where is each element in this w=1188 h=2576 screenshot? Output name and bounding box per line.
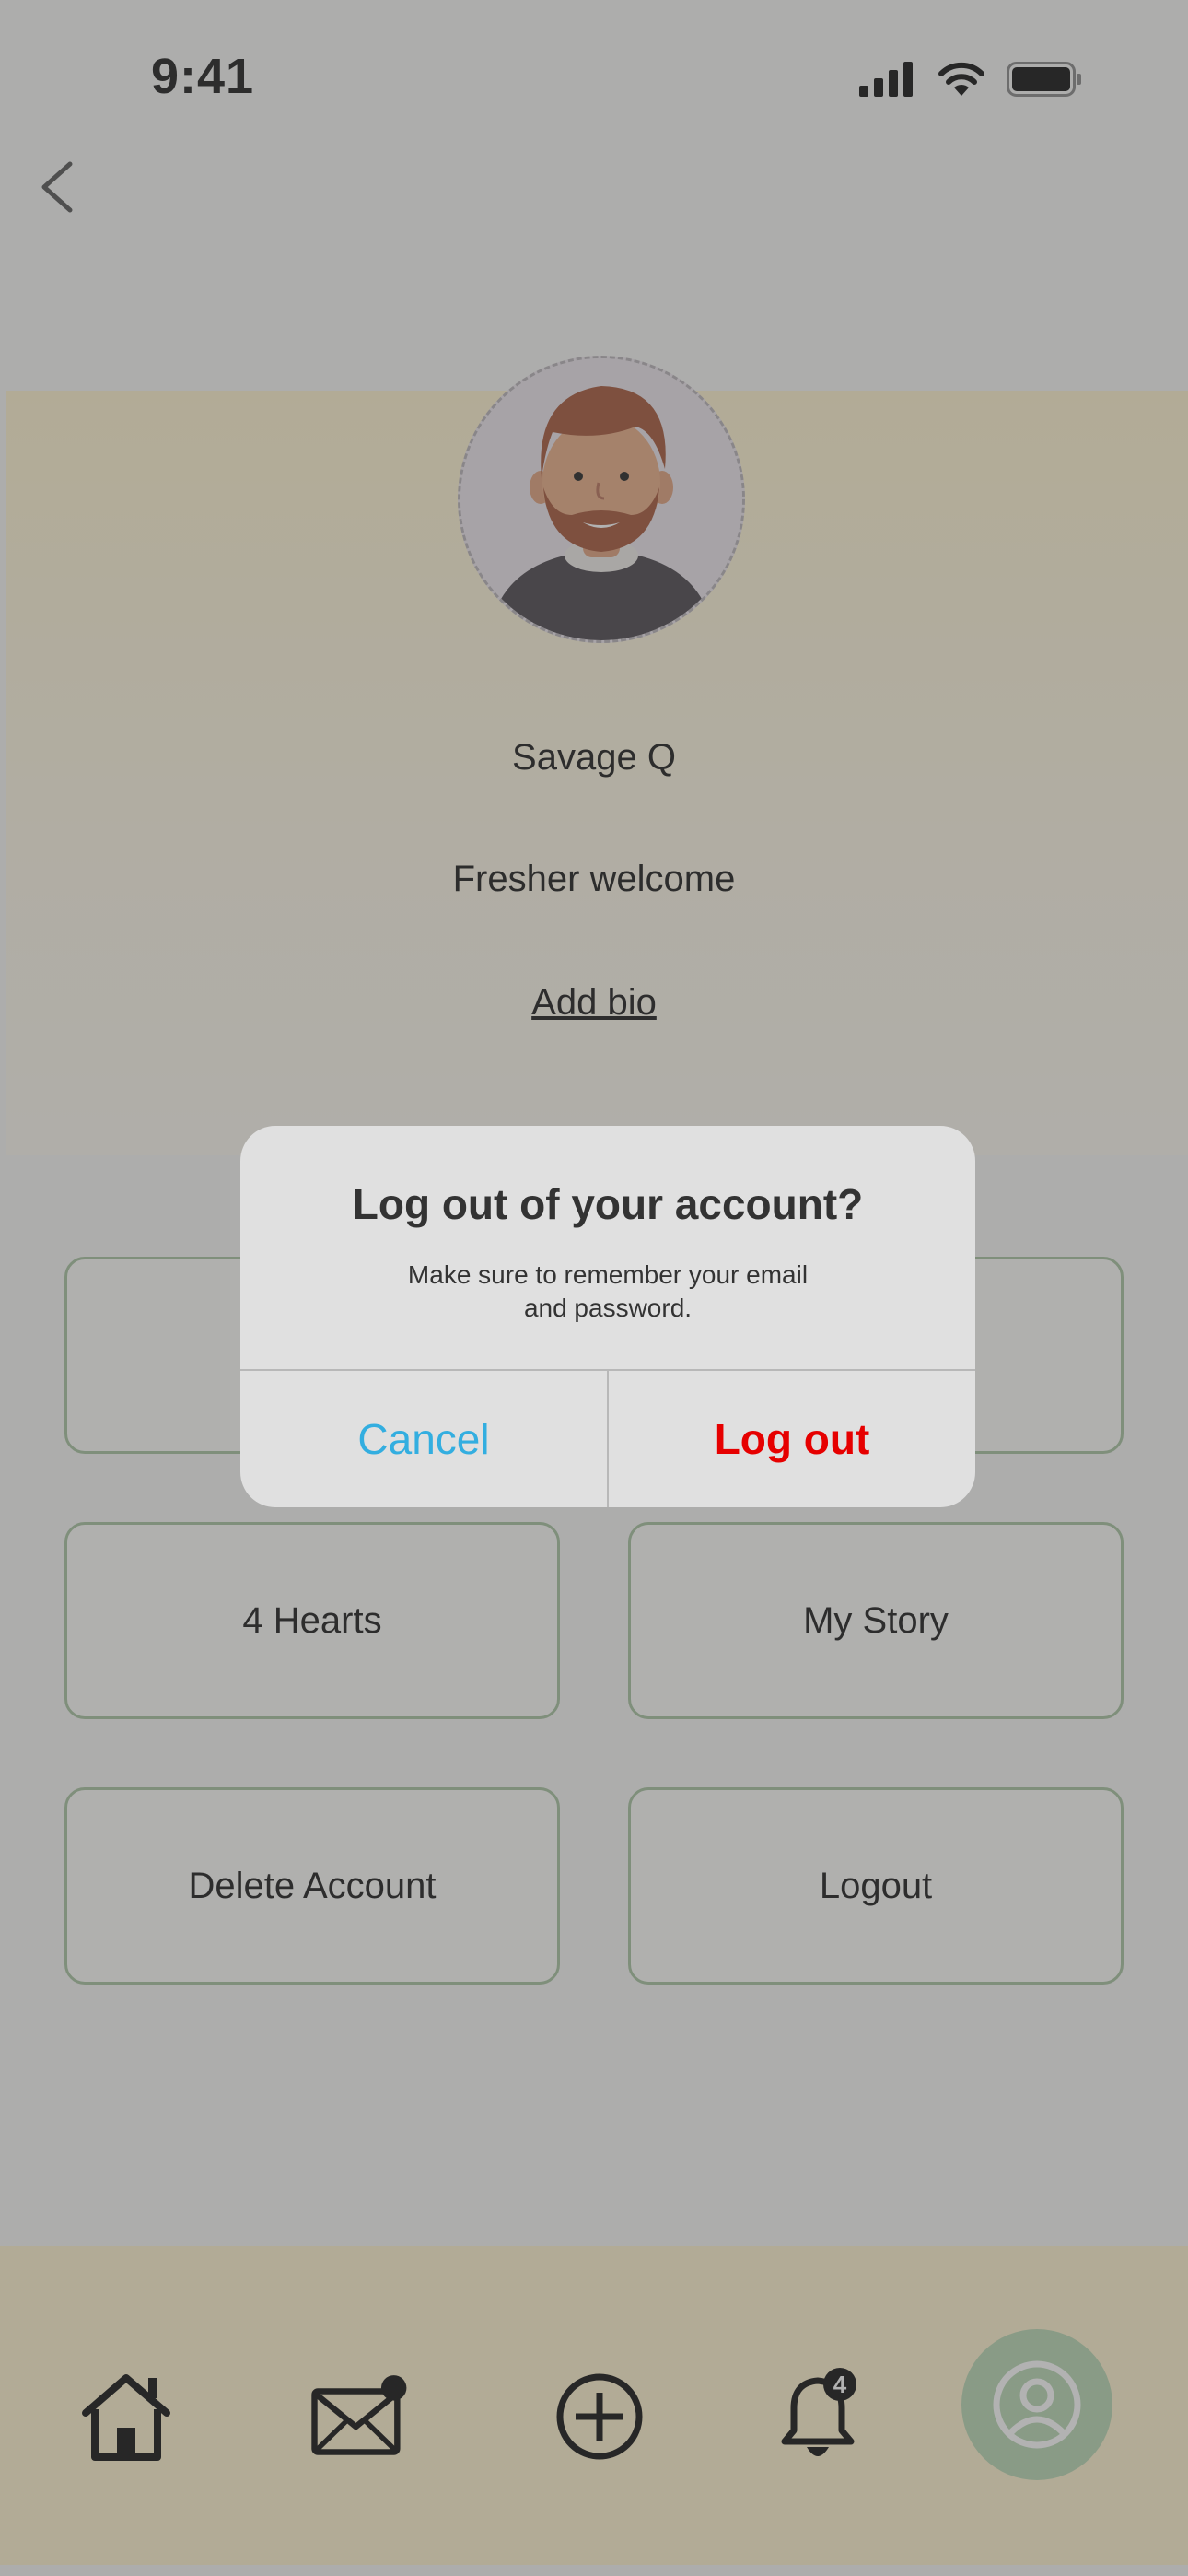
dialog-cancel-button[interactable]: Cancel [240,1371,607,1507]
dialog-logout-button[interactable]: Log out [609,1371,975,1507]
profile-screen: 9:41 Savage Q Fresher welcome Add bio 4 … [0,0,1188,2576]
dialog-message: Make sure to remember your email and pas… [407,1260,809,1322]
logout-confirm-dialog: Log out of your account? Make sure to re… [240,1126,975,1507]
dialog-title: Log out of your account? [352,1180,864,1228]
